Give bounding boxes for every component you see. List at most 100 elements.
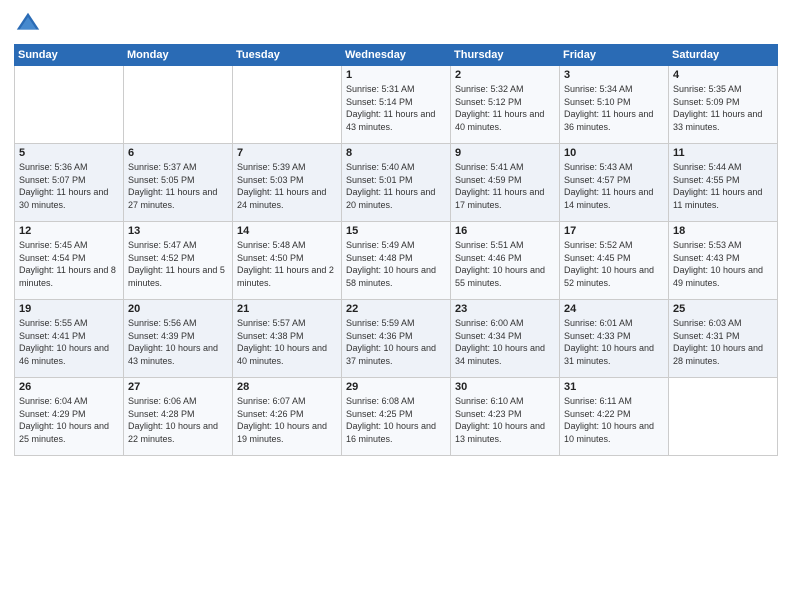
day-info: Sunrise: 6:10 AM Sunset: 4:23 PM Dayligh… [455, 395, 555, 445]
day-number: 3 [564, 69, 664, 81]
day-cell-7: 7 Sunrise: 5:39 AM Sunset: 5:03 PM Daylig… [233, 144, 342, 222]
weekday-header-thursday: Thursday [451, 45, 560, 66]
weekday-header-tuesday: Tuesday [233, 45, 342, 66]
empty-cell [233, 66, 342, 144]
logo [14, 10, 46, 38]
day-number: 31 [564, 381, 664, 393]
day-cell-9: 9 Sunrise: 5:41 AM Sunset: 4:59 PM Daylig… [451, 144, 560, 222]
day-info: Sunrise: 5:45 AM Sunset: 4:54 PM Dayligh… [19, 239, 119, 289]
day-info: Sunrise: 5:47 AM Sunset: 4:52 PM Dayligh… [128, 239, 228, 289]
day-number: 7 [237, 147, 337, 159]
day-cell-16: 16 Sunrise: 5:51 AM Sunset: 4:46 PM Dayli… [451, 222, 560, 300]
week-row-3: 12 Sunrise: 5:45 AM Sunset: 4:54 PM Dayli… [15, 222, 778, 300]
day-cell-3: 3Sunrise: 5:34 AM Sunset: 5:10 PM Daylig… [560, 66, 669, 144]
day-cell-30: 30Sunrise: 6:10 AM Sunset: 4:23 PM Dayli… [451, 378, 560, 456]
day-number: 13 [128, 225, 228, 237]
day-cell-11: 11 Sunrise: 5:44 AM Sunset: 4:55 PM Dayli… [669, 144, 778, 222]
day-number: 17 [564, 225, 664, 237]
week-row-4: 19 Sunrise: 5:55 AM Sunset: 4:41 PM Dayli… [15, 300, 778, 378]
day-number: 18 [673, 225, 773, 237]
week-row-2: 5 Sunrise: 5:36 AM Sunset: 5:07 PM Daylig… [15, 144, 778, 222]
day-info: Sunrise: 5:53 AM Sunset: 4:43 PM Dayligh… [673, 239, 773, 289]
day-cell-20: 20 Sunrise: 5:56 AM Sunset: 4:39 PM Dayli… [124, 300, 233, 378]
day-cell-1: 1 Sunrise: 5:31 AM Sunset: 5:14 PM Daylig… [342, 66, 451, 144]
day-number: 25 [673, 303, 773, 315]
day-info: Sunrise: 5:48 AM Sunset: 4:50 PM Dayligh… [237, 239, 337, 289]
day-number: 28 [237, 381, 337, 393]
day-info: Sunrise: 6:01 AM Sunset: 4:33 PM Dayligh… [564, 317, 664, 367]
day-info: Sunrise: 5:51 AM Sunset: 4:46 PM Dayligh… [455, 239, 555, 289]
week-row-5: 26 Sunrise: 6:04 AM Sunset: 4:29 PM Dayli… [15, 378, 778, 456]
day-cell-8: 8 Sunrise: 5:40 AM Sunset: 5:01 PM Daylig… [342, 144, 451, 222]
day-number: 10 [564, 147, 664, 159]
empty-cell [124, 66, 233, 144]
day-cell-13: 13 Sunrise: 5:47 AM Sunset: 4:52 PM Dayli… [124, 222, 233, 300]
weekday-header-sunday: Sunday [15, 45, 124, 66]
day-number: 22 [346, 303, 446, 315]
day-number: 4 [673, 69, 773, 81]
weekday-header-friday: Friday [560, 45, 669, 66]
day-info: Sunrise: 5:56 AM Sunset: 4:39 PM Dayligh… [128, 317, 228, 367]
day-cell-4: 4 Sunrise: 5:35 AM Sunset: 5:09 PM Daylig… [669, 66, 778, 144]
day-info: Sunrise: 6:04 AM Sunset: 4:29 PM Dayligh… [19, 395, 119, 445]
day-cell-26: 26 Sunrise: 6:04 AM Sunset: 4:29 PM Dayli… [15, 378, 124, 456]
day-cell-21: 21Sunrise: 5:57 AM Sunset: 4:38 PM Dayli… [233, 300, 342, 378]
weekday-header-saturday: Saturday [669, 45, 778, 66]
week-row-1: 1 Sunrise: 5:31 AM Sunset: 5:14 PM Daylig… [15, 66, 778, 144]
day-info: Sunrise: 6:08 AM Sunset: 4:25 PM Dayligh… [346, 395, 446, 445]
day-number: 5 [19, 147, 119, 159]
day-cell-15: 15 Sunrise: 5:49 AM Sunset: 4:48 PM Dayli… [342, 222, 451, 300]
day-info: Sunrise: 5:44 AM Sunset: 4:55 PM Dayligh… [673, 161, 773, 211]
day-number: 11 [673, 147, 773, 159]
day-cell-19: 19 Sunrise: 5:55 AM Sunset: 4:41 PM Dayli… [15, 300, 124, 378]
header [14, 10, 778, 38]
day-number: 12 [19, 225, 119, 237]
day-cell-2: 2Sunrise: 5:32 AM Sunset: 5:12 PM Daylig… [451, 66, 560, 144]
day-info: Sunrise: 6:00 AM Sunset: 4:34 PM Dayligh… [455, 317, 555, 367]
day-info: Sunrise: 5:57 AM Sunset: 4:38 PM Dayligh… [237, 317, 337, 367]
day-number: 1 [346, 69, 446, 81]
day-number: 15 [346, 225, 446, 237]
day-number: 20 [128, 303, 228, 315]
day-number: 27 [128, 381, 228, 393]
day-cell-14: 14Sunrise: 5:48 AM Sunset: 4:50 PM Dayli… [233, 222, 342, 300]
empty-cell [15, 66, 124, 144]
day-number: 8 [346, 147, 446, 159]
day-number: 29 [346, 381, 446, 393]
day-cell-17: 17Sunrise: 5:52 AM Sunset: 4:45 PM Dayli… [560, 222, 669, 300]
day-info: Sunrise: 5:37 AM Sunset: 5:05 PM Dayligh… [128, 161, 228, 211]
day-number: 16 [455, 225, 555, 237]
day-cell-6: 6 Sunrise: 5:37 AM Sunset: 5:05 PM Daylig… [124, 144, 233, 222]
day-cell-23: 23Sunrise: 6:00 AM Sunset: 4:34 PM Dayli… [451, 300, 560, 378]
day-cell-25: 25 Sunrise: 6:03 AM Sunset: 4:31 PM Dayli… [669, 300, 778, 378]
day-info: Sunrise: 5:49 AM Sunset: 4:48 PM Dayligh… [346, 239, 446, 289]
day-cell-31: 31 Sunrise: 6:11 AM Sunset: 4:22 PM Dayli… [560, 378, 669, 456]
day-info: Sunrise: 5:55 AM Sunset: 4:41 PM Dayligh… [19, 317, 119, 367]
day-cell-18: 18 Sunrise: 5:53 AM Sunset: 4:43 PM Dayli… [669, 222, 778, 300]
weekday-header-monday: Monday [124, 45, 233, 66]
day-info: Sunrise: 6:07 AM Sunset: 4:26 PM Dayligh… [237, 395, 337, 445]
page: SundayMondayTuesdayWednesdayThursdayFrid… [0, 0, 792, 612]
day-number: 19 [19, 303, 119, 315]
day-number: 24 [564, 303, 664, 315]
day-info: Sunrise: 5:36 AM Sunset: 5:07 PM Dayligh… [19, 161, 119, 211]
day-info: Sunrise: 5:41 AM Sunset: 4:59 PM Dayligh… [455, 161, 555, 211]
day-info: Sunrise: 6:03 AM Sunset: 4:31 PM Dayligh… [673, 317, 773, 367]
day-number: 26 [19, 381, 119, 393]
day-info: Sunrise: 6:11 AM Sunset: 4:22 PM Dayligh… [564, 395, 664, 445]
weekday-header-wednesday: Wednesday [342, 45, 451, 66]
weekday-header-row: SundayMondayTuesdayWednesdayThursdayFrid… [15, 45, 778, 66]
empty-cell [669, 378, 778, 456]
day-number: 2 [455, 69, 555, 81]
day-number: 9 [455, 147, 555, 159]
day-info: Sunrise: 5:35 AM Sunset: 5:09 PM Dayligh… [673, 83, 773, 133]
day-info: Sunrise: 5:40 AM Sunset: 5:01 PM Dayligh… [346, 161, 446, 211]
day-number: 6 [128, 147, 228, 159]
logo-icon [14, 10, 42, 38]
day-cell-27: 27 Sunrise: 6:06 AM Sunset: 4:28 PM Dayli… [124, 378, 233, 456]
day-info: Sunrise: 5:31 AM Sunset: 5:14 PM Dayligh… [346, 83, 446, 133]
calendar: SundayMondayTuesdayWednesdayThursdayFrid… [14, 44, 778, 456]
day-info: Sunrise: 5:39 AM Sunset: 5:03 PM Dayligh… [237, 161, 337, 211]
day-cell-12: 12 Sunrise: 5:45 AM Sunset: 4:54 PM Dayli… [15, 222, 124, 300]
day-info: Sunrise: 6:06 AM Sunset: 4:28 PM Dayligh… [128, 395, 228, 445]
